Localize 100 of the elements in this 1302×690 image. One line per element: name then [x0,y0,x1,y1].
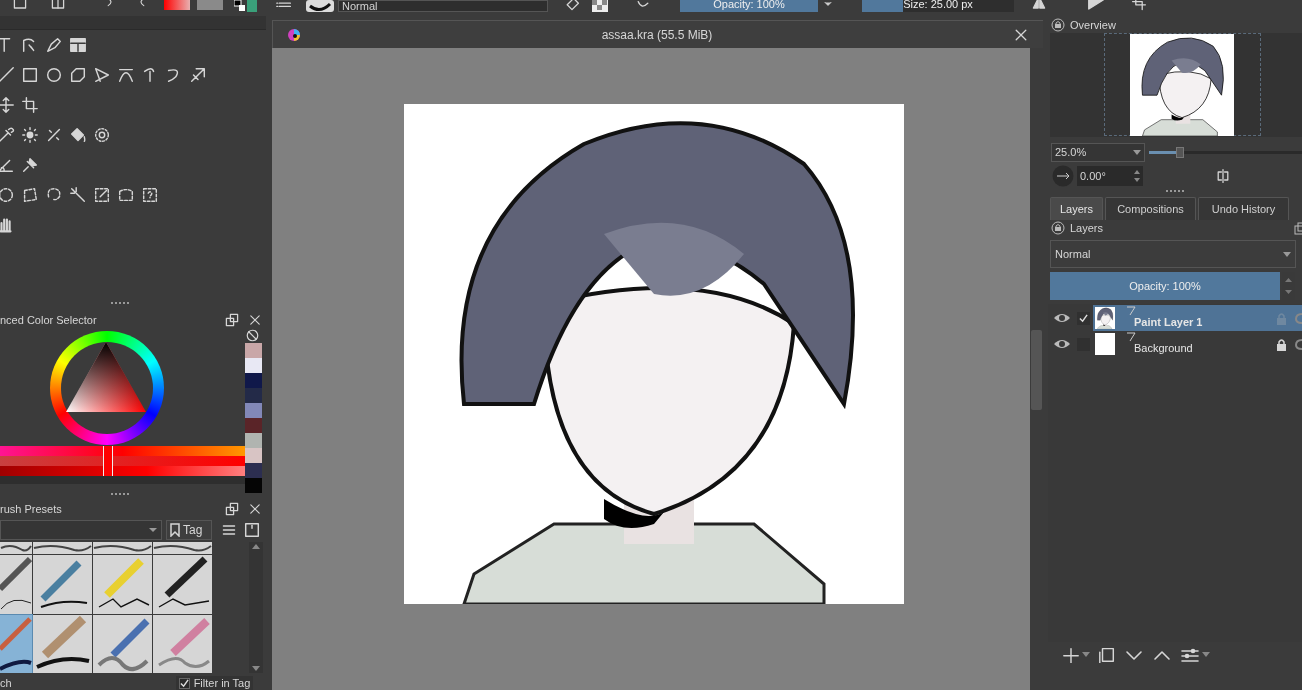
document-title: assaa.kra (55.5 MiB) [600,26,714,44]
panel-tab[interactable]: Layers [1050,197,1103,220]
transparency-icon[interactable] [592,0,608,12]
brush-preset-icon[interactable] [306,0,334,12]
magnetic-select-icon[interactable] [141,186,159,204]
color-slider[interactable] [0,446,245,456]
close-icon[interactable] [248,502,262,516]
brush-preset[interactable] [33,615,92,673]
line-tool-icon[interactable] [0,66,15,84]
multibrush-icon[interactable] [189,66,207,84]
fill-bucket-icon[interactable] [69,126,87,144]
lock-icon[interactable] [1051,221,1065,235]
pen-icon[interactable] [45,36,63,54]
polyline-tool-icon[interactable] [93,66,111,84]
polygon-select-icon[interactable] [21,186,39,204]
pin-icon[interactable] [21,156,39,174]
tag-button[interactable]: Tag [166,519,212,540]
gradient-swatch[interactable] [164,0,190,10]
blend-mode-dropdown[interactable]: Normal [1050,240,1296,268]
zoom-dropdown[interactable]: 25.0% [1051,142,1145,162]
scroll-up-icon[interactable] [251,542,261,550]
rectangle-tool-icon[interactable] [21,66,39,84]
panel-tab[interactable]: Undo History [1198,197,1289,220]
viewport-frame[interactable] [1103,33,1261,136]
rotation-dial-icon[interactable] [1052,165,1074,187]
bezier-select-icon[interactable] [117,186,135,204]
brush-preset[interactable] [0,615,32,673]
color-swatch[interactable] [245,343,262,358]
color-slider[interactable] [0,466,245,476]
blend-mode-dropdown[interactable]: Normal [338,0,548,12]
visibility-eye-icon[interactable] [1053,312,1071,324]
color-picker-icon[interactable] [0,126,15,144]
ellipse-tool-icon[interactable] [45,66,63,84]
lock-icon[interactable] [1051,18,1065,32]
color-swatch[interactable] [245,478,262,493]
brush-size-slider[interactable]: Size: 25.00 px [862,0,1014,12]
brush-preset[interactable] [0,542,32,554]
smart-patch-icon[interactable] [21,126,39,144]
brush-preset[interactable] [153,555,212,614]
rotation-field[interactable]: 0.00° [1077,166,1143,186]
search-field[interactable]: ch [0,677,12,689]
crop-tool-icon[interactable] [21,96,39,114]
color-swatch[interactable] [245,418,262,433]
move-tool-icon[interactable] [0,96,15,114]
layer-item[interactable]: Background [1093,331,1302,357]
color-swatch[interactable] [245,373,262,388]
ellipse-select-icon[interactable] [0,186,15,204]
scrollbar[interactable] [249,542,263,673]
dropdown-arrow-icon [148,526,158,533]
layer-checkbox[interactable] [1077,311,1090,325]
dropdown-arrow-icon[interactable] [1202,651,1210,657]
pan-tool-icon[interactable] [0,216,15,234]
float-panel-icon[interactable] [224,501,240,517]
visibility-eye-icon[interactable] [1053,338,1071,350]
scroll-down-icon[interactable] [251,665,261,673]
pattern-swatch[interactable] [197,0,223,10]
brush-preset[interactable] [93,542,152,554]
color-slider[interactable] [0,456,245,466]
panel-tab[interactable]: Compositions [1105,197,1196,220]
layer-thumbnail [1095,333,1115,355]
color-swatch[interactable] [245,403,262,418]
dropdown-arrow-icon [1133,149,1141,155]
color-swatch[interactable] [245,358,262,373]
no-color-icon[interactable] [245,328,260,343]
mirror-view-icon[interactable] [1215,168,1231,184]
color-swatch[interactable] [245,388,262,403]
panel-grip-icon[interactable] [111,302,129,305]
color-swatch[interactable] [245,463,262,478]
dropdown-arrow-icon[interactable] [1082,651,1090,657]
layer-name: Paint Layer 1 [1134,314,1203,330]
opacity-slider[interactable]: Opacity: 100% [1050,272,1280,300]
close-icon[interactable] [248,313,262,327]
alpha-lock-icon[interactable] [1294,338,1302,350]
magic-wand-icon[interactable] [69,186,87,204]
bezier-tool-icon[interactable] [117,66,135,84]
brush-preset[interactable] [153,542,212,554]
lock-icon[interactable] [1276,337,1287,351]
float-panel-icon[interactable] [1294,221,1302,235]
color-swatch[interactable] [245,448,262,463]
panel-title: rush Presets [0,501,62,517]
layer-type-icon [1126,332,1136,342]
checkmark-icon [179,678,189,688]
panel-grip-icon[interactable] [111,493,129,496]
panel-grip-icon[interactable] [1166,190,1184,193]
fill-pattern-icon[interactable] [45,126,63,144]
canvas-area[interactable] [272,48,1030,690]
add-layer-icon[interactable] [1062,645,1080,663]
opacity-slider[interactable]: Opacity: 100% [680,0,818,12]
float-panel-icon[interactable] [224,312,240,328]
polygon-tool-icon[interactable] [69,66,87,84]
brush-preset[interactable] [33,555,92,614]
assistant-icon[interactable] [93,126,111,144]
brush-preset[interactable] [33,542,92,554]
app-logo-icon [287,27,301,42]
duplicate-layer-icon[interactable] [1098,645,1116,663]
layout-icon[interactable] [69,36,87,54]
filter-checkbox[interactable]: Filter in Tag [175,676,254,690]
color-swatch[interactable] [245,433,262,448]
view-mode-icon[interactable] [243,520,261,539]
similar-select-icon[interactable] [93,186,111,204]
